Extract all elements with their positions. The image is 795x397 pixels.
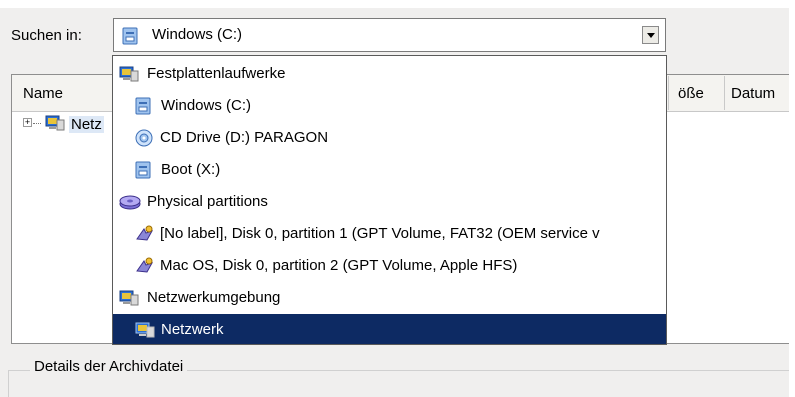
dropdown-item-label: Physical partitions [147,193,268,210]
column-header-size[interactable]: öße [678,85,704,102]
physical-partitions-icon [119,193,141,211]
dropdown-item-cd-drive[interactable]: CD Drive (D:) PARAGON [113,122,666,154]
drive-icon [135,161,153,179]
drive-icon [122,27,138,45]
chevron-down-icon[interactable] [642,26,659,44]
dropdown-item-label: Boot (X:) [161,161,221,178]
top-margin [0,0,795,8]
look-in-label: Suchen in: [11,27,82,44]
dropdown-item-physical-partitions[interactable]: Physical partitions [113,186,666,218]
column-header-date[interactable]: Datum [731,85,775,102]
network-icon [135,321,155,339]
dropdown-item-festplattenlaufwerke[interactable]: Festplattenlaufwerke [113,58,666,90]
group-box-border [8,370,9,397]
tree-node-label[interactable]: Netz [69,116,104,133]
dropdown-item-label: Mac OS, Disk 0, partition 2 (GPT Volume,… [160,257,518,274]
dropdown-item-label: Festplattenlaufwerke [147,65,286,82]
column-separator[interactable] [724,76,725,110]
network-places-icon [119,289,139,307]
dropdown-item-label: Netzwerkumgebung [147,289,281,306]
tree-connector-line [33,123,41,125]
dropdown-item-windows-c[interactable]: Windows (C:) [113,90,666,122]
network-icon [45,114,65,132]
look-in-combobox[interactable]: Windows (C:) [113,18,666,52]
column-separator[interactable] [668,76,669,110]
partition-icon [135,257,154,275]
drive-icon [135,97,153,115]
dropdown-item-netzwerk[interactable]: Netzwerk [113,314,666,344]
tree-expander[interactable]: + [23,118,32,127]
dropdown-item-partition-2[interactable]: Mac OS, Disk 0, partition 2 (GPT Volume,… [113,250,666,282]
dropdown-item-label: Windows (C:) [161,97,252,114]
cd-drive-icon [135,129,153,147]
dropdown-item-boot-x[interactable]: Boot (X:) [113,154,666,186]
hard-drives-group-icon [119,65,139,83]
dropdown-item-netzwerkumgebung[interactable]: Netzwerkumgebung [113,282,666,314]
dropdown-item-partition-1[interactable]: [No label], Disk 0, partition 1 (GPT Vol… [113,218,666,250]
dropdown-item-label: Netzwerk [161,321,224,338]
column-header-name[interactable]: Name [23,85,63,102]
details-group-label: Details der Archivdatei [30,358,188,375]
look-in-selected-value: Windows (C:) [152,26,243,43]
dropdown-item-label: CD Drive (D:) PARAGON [160,129,329,146]
partition-icon [135,225,154,243]
right-margin [789,0,795,397]
look-in-dropdown-list[interactable]: Festplattenlaufwerke Windows (C:) CD Dri… [112,55,667,345]
dropdown-item-label: [No label], Disk 0, partition 1 (GPT Vol… [160,225,600,242]
look-in-label-text: Suchen in: [11,27,82,44]
